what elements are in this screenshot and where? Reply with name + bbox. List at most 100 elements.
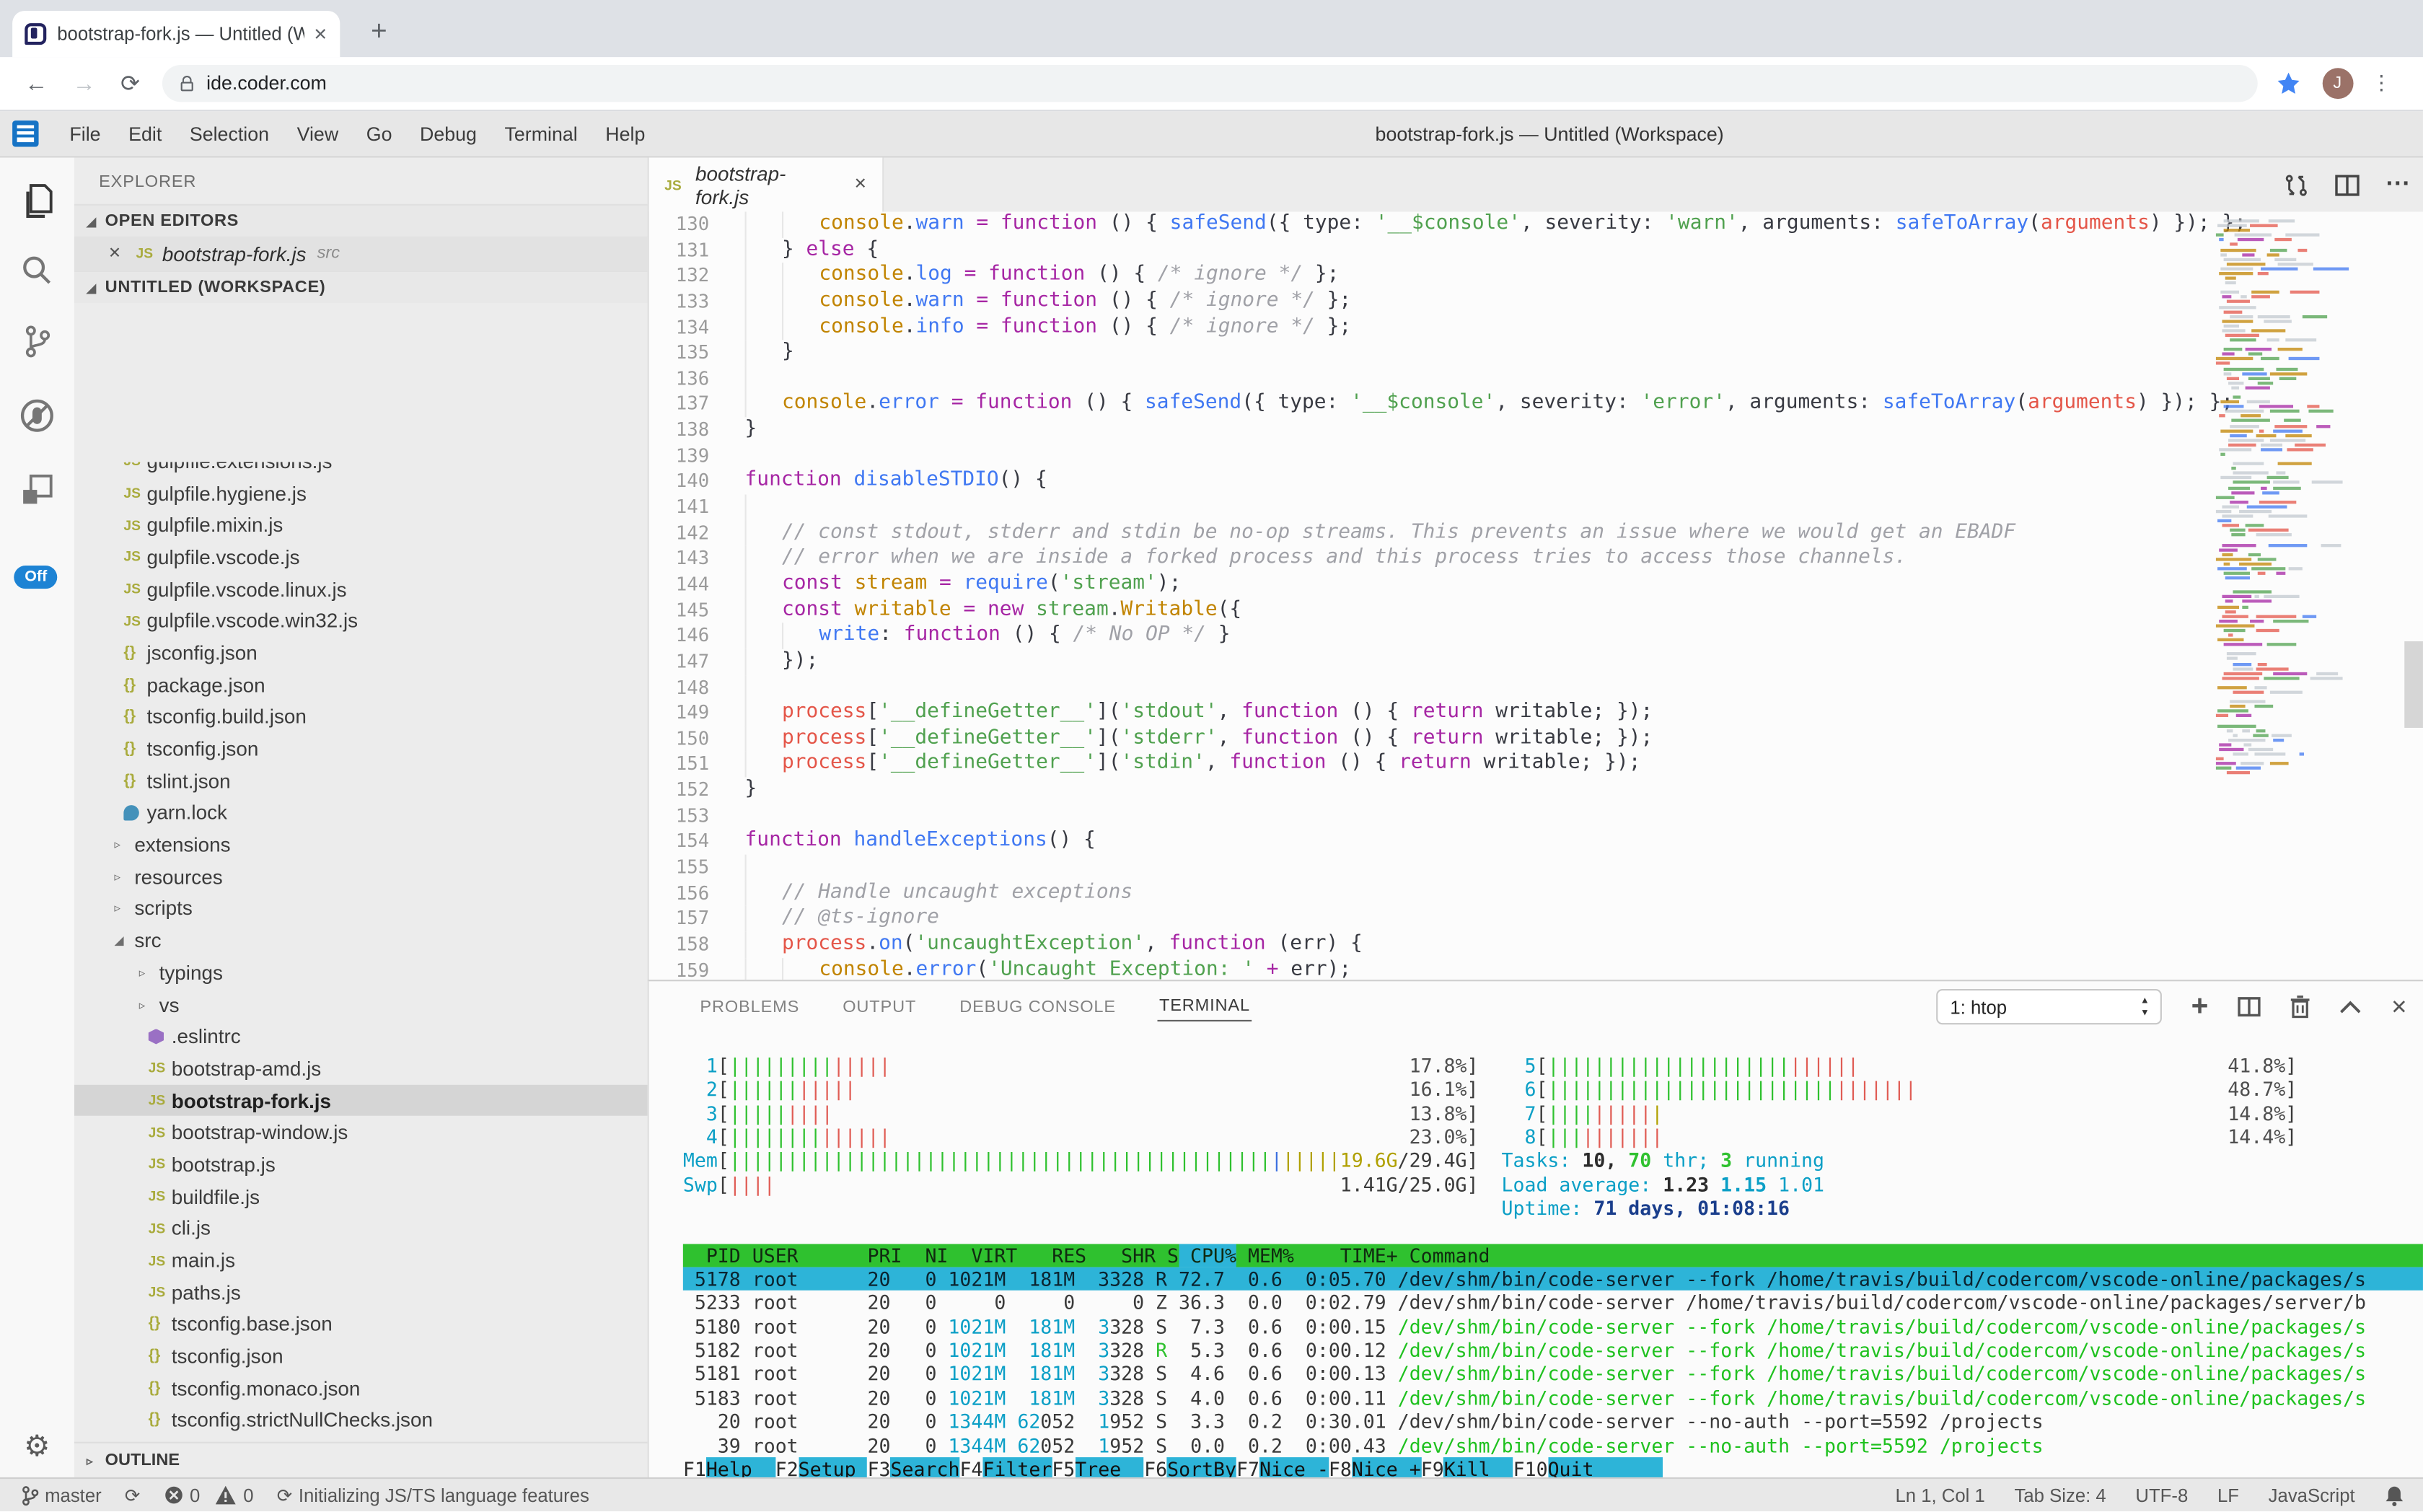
- menu-bar: File Edit Selection View Go Debug Termin…: [0, 111, 2423, 157]
- tree-item-typings[interactable]: ▹typings: [74, 957, 648, 988]
- tree-item-scripts[interactable]: ▹scripts: [74, 892, 648, 924]
- close-panel-icon[interactable]: ✕: [2391, 995, 2407, 1019]
- tree-item-tsconfig.base.json[interactable]: {}tsconfig.base.json: [74, 1309, 648, 1340]
- open-changes-icon[interactable]: [2284, 172, 2308, 197]
- code-line-157: 157// @ts-ignore: [649, 906, 2423, 932]
- tab-close-icon[interactable]: ✕: [313, 24, 327, 44]
- menu-view[interactable]: View: [283, 123, 352, 144]
- js-file-icon: JS: [123, 549, 146, 564]
- extensions-icon[interactable]: [0, 459, 74, 521]
- browser-menu-icon[interactable]: ⋮: [2371, 71, 2391, 96]
- cursor-position[interactable]: Ln 1, Col 1: [1895, 1485, 1984, 1506]
- terminal-select[interactable]: 1: htop ▲▼: [1936, 989, 2162, 1024]
- tree-item-tsconfig.strictNullChecks.json[interactable]: {}tsconfig.strictNullChecks.json: [74, 1404, 648, 1436]
- sidebar-title: EXPLORER: [74, 158, 648, 204]
- editor-scrollbar[interactable]: [2404, 641, 2423, 728]
- kill-terminal-icon[interactable]: [2290, 995, 2310, 1019]
- eol[interactable]: LF: [2217, 1485, 2239, 1506]
- menu-terminal[interactable]: Terminal: [491, 123, 592, 144]
- tree-item-main.js[interactable]: JSmain.js: [74, 1244, 648, 1276]
- editor-tab-close-icon[interactable]: ✕: [854, 176, 867, 193]
- forward-icon[interactable]: →: [73, 70, 96, 96]
- tree-item-tslint.json[interactable]: {}tslint.json: [74, 765, 648, 796]
- url-text: ide.coder.com: [206, 73, 327, 94]
- split-terminal-icon[interactable]: [2238, 997, 2261, 1017]
- tab-output[interactable]: OUTPUT: [841, 993, 918, 1021]
- avatar[interactable]: J: [2322, 68, 2353, 99]
- browser-tab[interactable]: bootstrap-fork.js — Untitled (W ✕: [12, 11, 340, 57]
- js-file-icon: JS: [664, 177, 687, 192]
- back-icon[interactable]: ←: [25, 70, 48, 96]
- outline-section[interactable]: ▹ OUTLINE: [74, 1442, 648, 1477]
- terminal-output[interactable]: 1[||||||||||||||17.8%] 5[|||||||||||||||…: [649, 1032, 2423, 1477]
- tree-item-gulpfile.mixin.js[interactable]: JSgulpfile.mixin.js: [74, 509, 648, 541]
- tab-size[interactable]: Tab Size: 4: [2015, 1485, 2106, 1506]
- tree-item-vs[interactable]: ▹vs: [74, 988, 648, 1020]
- tree-item-jsconfig.json[interactable]: {}jsconfig.json: [74, 637, 648, 669]
- sync-icon[interactable]: ⟳: [125, 1485, 141, 1506]
- tree-item-cli.js[interactable]: JScli.js: [74, 1213, 648, 1244]
- debug-disabled-icon[interactable]: [0, 384, 74, 447]
- menu-edit[interactable]: Edit: [115, 123, 176, 144]
- more-actions-icon[interactable]: ···: [2386, 171, 2411, 199]
- menu-go[interactable]: Go: [352, 123, 405, 144]
- tree-item-buildfile.js[interactable]: JSbuildfile.js: [74, 1180, 648, 1212]
- tree-item-.eslintrc[interactable]: .eslintrc: [74, 1021, 648, 1052]
- bookmark-star-icon[interactable]: [2276, 71, 2300, 96]
- tree-item-resources[interactable]: ▹resources: [74, 861, 648, 892]
- new-terminal-icon[interactable]: +: [2191, 990, 2209, 1024]
- tree-item-gulpfile.vscode.win32.js[interactable]: JSgulpfile.vscode.win32.js: [74, 605, 648, 637]
- open-editors-header[interactable]: ◢ OPEN EDITORS: [74, 204, 648, 237]
- htop-process-row-20: 20 root 20 0 1344M 62052 1952 S 3.3 0.2 …: [683, 1410, 2423, 1433]
- menu-file[interactable]: File: [56, 123, 115, 144]
- minimap[interactable]: [2213, 211, 2405, 980]
- editor-tab-bootstrap-fork[interactable]: JS bootstrap-fork.js ✕: [649, 158, 884, 212]
- tab-terminal[interactable]: TERMINAL: [1158, 992, 1252, 1021]
- tree-item-gulpfile.vscode.linux.js[interactable]: JSgulpfile.vscode.linux.js: [74, 573, 648, 605]
- git-branch-item[interactable]: master: [22, 1485, 102, 1506]
- split-editor-icon[interactable]: [2335, 174, 2360, 195]
- tree-item-gulpfile.extensions.js[interactable]: JSgulpfile.extensions.js: [74, 462, 648, 478]
- off-badge[interactable]: Off: [14, 566, 58, 589]
- workspace-header[interactable]: ◢ UNTITLED (WORKSPACE): [74, 271, 648, 303]
- reload-icon[interactable]: ⟳: [120, 69, 140, 97]
- tree-item-tsconfig.monaco.json[interactable]: {}tsconfig.monaco.json: [74, 1372, 648, 1404]
- maximize-panel-icon[interactable]: [2339, 1000, 2361, 1014]
- close-icon[interactable]: ✕: [108, 245, 136, 263]
- explorer-icon[interactable]: [0, 170, 74, 232]
- language-mode[interactable]: JavaScript: [2269, 1485, 2355, 1506]
- notifications-bell-icon[interactable]: [2384, 1485, 2404, 1506]
- menu-help[interactable]: Help: [592, 123, 659, 144]
- tree-item-gulpfile.vscode.js[interactable]: JSgulpfile.vscode.js: [74, 541, 648, 573]
- tab-debug-console[interactable]: DEBUG CONSOLE: [958, 993, 1117, 1021]
- source-control-icon[interactable]: [0, 311, 74, 373]
- tree-item-bootstrap-window.js[interactable]: JSbootstrap-window.js: [74, 1117, 648, 1148]
- search-icon[interactable]: [0, 239, 74, 302]
- workspace-label: UNTITLED (WORKSPACE): [105, 278, 326, 297]
- tree-item-src[interactable]: ◢src: [74, 925, 648, 957]
- tab-problems[interactable]: PROBLEMS: [698, 993, 801, 1021]
- open-editor-item[interactable]: ✕ JS bootstrap-fork.js src: [74, 237, 648, 271]
- tree-item-tsconfig.json[interactable]: {}tsconfig.json: [74, 733, 648, 765]
- tree-item-yarn.lock[interactable]: yarn.lock: [74, 796, 648, 828]
- code-editor[interactable]: 130console.warn = function () { safeSend…: [649, 211, 2423, 980]
- tree-item-tsconfig.build.json[interactable]: {}tsconfig.build.json: [74, 700, 648, 732]
- tree-item-paths.js[interactable]: JSpaths.js: [74, 1276, 648, 1308]
- language-status-item[interactable]: ⟳ Initializing JS/TS language features: [277, 1485, 589, 1506]
- tree-item-bootstrap-amd.js[interactable]: JSbootstrap-amd.js: [74, 1052, 648, 1084]
- encoding[interactable]: UTF-8: [2135, 1485, 2188, 1506]
- tree-item-bootstrap.js[interactable]: JSbootstrap.js: [74, 1148, 648, 1180]
- problems-item[interactable]: 0 0: [164, 1485, 254, 1506]
- tree-item-extensions[interactable]: ▹extensions: [74, 829, 648, 861]
- tree-item-tsconfig.json[interactable]: {}tsconfig.json: [74, 1340, 648, 1372]
- new-tab-button[interactable]: +: [371, 15, 387, 48]
- tree-item-test[interactable]: ▹test: [74, 1436, 648, 1441]
- address-bar[interactable]: ide.coder.com: [162, 65, 2257, 102]
- tree-item-gulpfile.hygiene.js[interactable]: JSgulpfile.hygiene.js: [74, 477, 648, 509]
- menu-selection[interactable]: Selection: [176, 123, 283, 144]
- json-file-icon: {}: [149, 1412, 172, 1429]
- tree-item-bootstrap-fork.js[interactable]: JSbootstrap-fork.js: [74, 1084, 648, 1116]
- settings-gear-icon[interactable]: ⚙: [0, 1430, 74, 1465]
- menu-debug[interactable]: Debug: [406, 123, 491, 144]
- tree-item-package.json[interactable]: {}package.json: [74, 669, 648, 700]
